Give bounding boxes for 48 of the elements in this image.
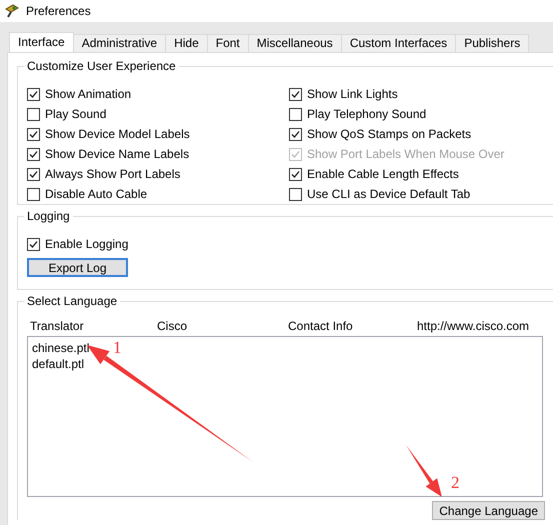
group-title: Select Language — [24, 294, 120, 309]
checkbox-label: Enable Logging — [45, 237, 128, 251]
checkbox-label: Enable Cable Length Effects — [307, 167, 459, 181]
checkbox-label: Show Animation — [45, 87, 132, 101]
group-title: Customize User Experience — [24, 59, 179, 74]
export-log-button[interactable]: Export Log — [27, 258, 128, 277]
checkbox[interactable] — [289, 88, 302, 100]
list-item[interactable]: default.ptl — [31, 356, 86, 372]
checkbox[interactable] — [27, 88, 40, 100]
checkbox-label: Always Show Port Labels — [45, 167, 180, 181]
tab[interactable]: Custom Interfaces — [340, 34, 456, 52]
annotation-number: 1 — [113, 339, 122, 357]
info-text: Contact Info — [288, 318, 354, 332]
checkbox[interactable] — [289, 188, 302, 200]
tab[interactable]: Hide — [165, 34, 208, 52]
checkbox[interactable] — [27, 168, 40, 180]
checkbox[interactable] — [289, 128, 302, 140]
tab[interactable]: Administrative — [72, 34, 166, 52]
checkbox[interactable] — [27, 128, 40, 140]
checkbox-label: Play Sound — [45, 107, 106, 121]
info-text: http://www.cisco.com — [417, 318, 530, 332]
checkbox-label: Show Device Name Labels — [45, 147, 190, 161]
tab[interactable]: Publishers — [455, 34, 530, 52]
info-text: Translator — [30, 318, 85, 332]
checkbox[interactable] — [27, 148, 40, 160]
checkbox-label: Show Port Labels When Mouse Over — [307, 147, 504, 161]
checkbox[interactable] — [27, 238, 40, 250]
window-title: Preferences — [26, 4, 91, 18]
tab[interactable]: Miscellaneous — [248, 34, 342, 52]
annotation-number: 2 — [451, 474, 460, 492]
change-language-button[interactable]: Change Language — [432, 501, 545, 520]
checkbox-label: Show QoS Stamps on Packets — [307, 127, 472, 141]
group-title: Logging — [24, 209, 73, 224]
checkbox-label: Show Device Model Labels — [45, 127, 190, 141]
arrow — [406, 445, 442, 497]
checkbox-label: Show Link Lights — [307, 87, 398, 101]
checkbox-label: Use CLI as Device Default Tab — [307, 187, 470, 201]
checkbox[interactable] — [27, 188, 40, 200]
checkbox-label: Play Telephony Sound — [307, 107, 426, 121]
checkbox[interactable] — [289, 168, 302, 180]
tab[interactable]: Interface — [9, 32, 74, 52]
info-text: Cisco — [157, 318, 188, 332]
checkbox-label: Disable Auto Cable — [45, 187, 148, 201]
checkbox[interactable] — [289, 108, 302, 120]
tab[interactable]: Font — [206, 34, 249, 52]
list-item[interactable]: chinese.ptl — [31, 340, 90, 356]
checkbox[interactable] — [27, 108, 40, 120]
app-icon — [4, 3, 20, 19]
